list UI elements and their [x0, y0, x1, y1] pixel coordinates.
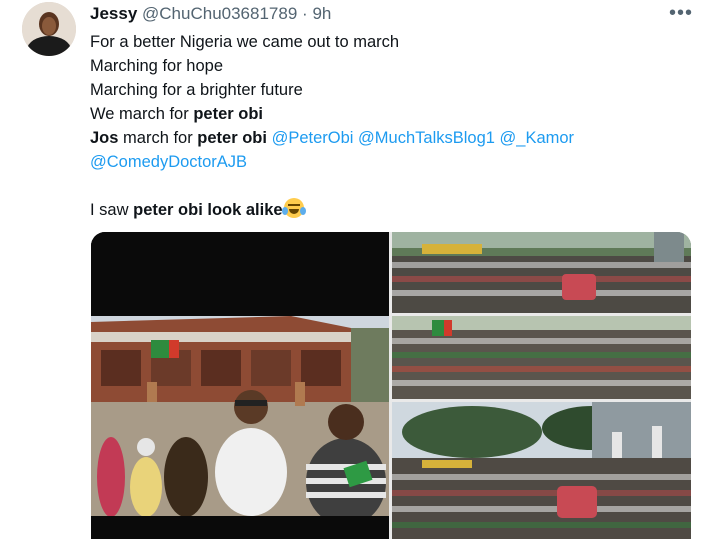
photo-crowd-2[interactable] [392, 316, 691, 399]
mention-link[interactable]: @MuchTalksBlog1 [358, 129, 495, 147]
bold-text: peter obi look alike [133, 201, 283, 219]
text-line: Marching for a brighter future [90, 81, 303, 99]
bold-text: Jos [90, 129, 119, 147]
photo-crowd-1[interactable] [392, 232, 691, 313]
text-segment: I saw [90, 201, 134, 219]
tweet-header: Jessy @ChuChu03681789 · 9h [90, 4, 331, 24]
text-segment: march for [118, 129, 198, 147]
author-name[interactable]: Jessy [90, 4, 137, 23]
timestamp[interactable]: 9h [312, 4, 331, 23]
photo-crowd-3[interactable] [392, 402, 691, 539]
author-handle[interactable]: @ChuChu03681789 [142, 4, 297, 23]
face-with-tears-of-joy-icon [281, 198, 306, 218]
photo-main[interactable] [91, 232, 389, 539]
text-line: Marching for hope [90, 57, 223, 75]
text-line: I saw peter obi look alike [90, 198, 700, 222]
mention-link[interactable]: @_Kamor [500, 129, 575, 147]
text-line: @ComedyDoctorAJB [90, 150, 700, 174]
text-line: We march for peter obi [90, 102, 700, 126]
text-line: Jos march for peter obi @PeterObi @MuchT… [90, 126, 700, 150]
mention-link[interactable]: @ComedyDoctorAJB [90, 153, 247, 171]
text-line: For a better Nigeria we came out to marc… [90, 33, 400, 51]
separator-dot: · [302, 4, 308, 23]
bold-text: peter obi [193, 105, 263, 123]
mention-link[interactable]: @PeterObi [272, 129, 354, 147]
text-segment: We march for [90, 105, 194, 123]
bold-text: peter obi [197, 129, 267, 147]
more-horizontal-icon: ••• [668, 2, 693, 24]
media-grid [91, 232, 691, 539]
avatar[interactable] [22, 2, 76, 56]
tweet-text: For a better Nigeria we came out to marc… [90, 30, 700, 222]
more-options-button[interactable]: ••• [668, 0, 694, 26]
